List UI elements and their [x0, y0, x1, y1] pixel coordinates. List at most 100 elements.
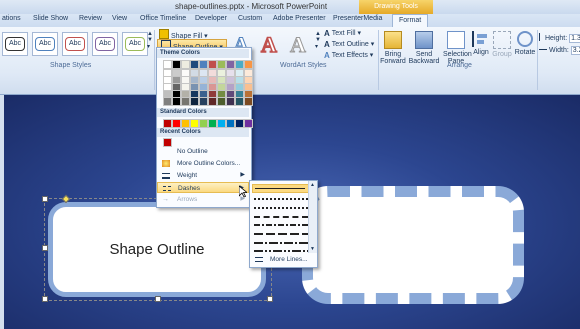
- tab-view[interactable]: View: [112, 15, 127, 22]
- theme-color-swatch[interactable]: [199, 60, 208, 69]
- theme-color-swatch[interactable]: [181, 97, 190, 106]
- theme-color-swatch[interactable]: [235, 97, 244, 106]
- theme-color-swatch[interactable]: [217, 97, 226, 106]
- selection-pane-label: Selection: [443, 51, 472, 58]
- tab-custom[interactable]: Custom: [238, 15, 262, 22]
- tab-office-timeline[interactable]: Office Timeline: [140, 15, 186, 22]
- dash-styles-more[interactable]: [254, 222, 308, 252]
- tab-review[interactable]: Review: [79, 15, 102, 22]
- group-button[interactable]: Group: [492, 31, 512, 58]
- tab-adobe-presenter[interactable]: Adobe Presenter: [273, 15, 326, 22]
- standard-color-swatch[interactable]: [199, 119, 208, 128]
- standard-color-swatch[interactable]: [163, 119, 172, 128]
- text-fill-button[interactable]: A Text Fill ▾: [324, 29, 361, 38]
- shape-styles-group-label: Shape Styles: [50, 62, 92, 69]
- resize-handle-se[interactable]: [267, 296, 273, 302]
- resize-handle-s[interactable]: [155, 296, 161, 302]
- standard-color-swatch[interactable]: [235, 119, 244, 128]
- width-field[interactable]: Width: 3.25: [539, 46, 580, 55]
- shape-style-1[interactable]: Abc: [2, 32, 28, 56]
- ribbon-tabs: ations Slide Show Review View Office Tim…: [0, 14, 580, 28]
- dashed-rounded-rectangle-shape[interactable]: [302, 186, 524, 304]
- standard-color-swatch[interactable]: [217, 119, 226, 128]
- standard-color-swatch[interactable]: [190, 119, 199, 128]
- group-icon: [493, 31, 511, 49]
- width-icon: [539, 49, 547, 53]
- bring-forward-button[interactable]: Bring Forward: [380, 31, 406, 65]
- dashes-label: Dashes: [178, 185, 201, 192]
- recent-color-swatch[interactable]: [163, 138, 172, 147]
- shape-text[interactable]: Shape Outline: [53, 241, 261, 258]
- rotate-icon: [517, 31, 533, 47]
- resize-handle-w[interactable]: [42, 245, 48, 251]
- group-separator: [537, 30, 538, 90]
- text-outline-label: Text Outline: [331, 41, 369, 48]
- shape-style-3[interactable]: Abc: [62, 32, 88, 56]
- theme-color-swatch[interactable]: [190, 60, 199, 69]
- shape-style-4[interactable]: Abc: [92, 32, 118, 56]
- arrange-group-label: Arrange: [447, 62, 472, 69]
- width-input[interactable]: 3.25: [570, 46, 580, 55]
- resize-handle-nw[interactable]: [42, 196, 48, 202]
- dash-style-solid[interactable]: [252, 184, 310, 193]
- theme-color-swatch[interactable]: [226, 97, 235, 106]
- theme-color-swatch[interactable]: [163, 97, 172, 106]
- standard-color-swatch[interactable]: [181, 119, 190, 128]
- tab-presentermedia[interactable]: PresenterMedia: [333, 15, 382, 22]
- theme-color-swatch[interactable]: [172, 60, 181, 69]
- theme-color-swatch[interactable]: [226, 60, 235, 69]
- selection-pane-button[interactable]: Selection Pane: [443, 31, 472, 65]
- dash-style-square-dot[interactable]: [254, 207, 308, 209]
- theme-color-swatch[interactable]: [244, 60, 253, 69]
- more-lines-icon: [255, 257, 263, 262]
- tab-developer[interactable]: Developer: [195, 15, 227, 22]
- tab-format[interactable]: Format: [392, 14, 429, 28]
- rounded-rectangle-shape[interactable]: Shape Outline: [48, 202, 266, 297]
- tab-slide-show[interactable]: Slide Show: [33, 15, 68, 22]
- send-backward-button[interactable]: Send Backward: [408, 31, 440, 65]
- shape-style-5[interactable]: Abc: [122, 32, 148, 56]
- wordart-style-3[interactable]: A: [286, 32, 310, 58]
- theme-color-swatch[interactable]: [244, 97, 253, 106]
- no-outline-item[interactable]: No Outline: [157, 146, 249, 157]
- tab-animations[interactable]: ations: [2, 15, 21, 22]
- more-outline-colors-item[interactable]: More Outline Colors...: [157, 158, 249, 169]
- scroll-down-icon[interactable]: ▼: [310, 246, 315, 252]
- height-input[interactable]: 1.35: [569, 34, 580, 43]
- arrows-item[interactable]: → Arrows ▶: [157, 194, 249, 205]
- align-button[interactable]: Align: [472, 31, 490, 56]
- more-lines-item[interactable]: More Lines...: [250, 254, 315, 265]
- wordart-style-2[interactable]: A: [257, 31, 281, 58]
- theme-color-swatch[interactable]: [235, 60, 244, 69]
- standard-color-swatch[interactable]: [226, 119, 235, 128]
- theme-color-swatch[interactable]: [190, 97, 199, 106]
- text-effects-button[interactable]: A Text Effects ▾: [324, 51, 373, 60]
- submenu-scrollbar[interactable]: ▲ ▼: [308, 181, 317, 253]
- theme-color-swatch[interactable]: [208, 97, 217, 106]
- dash-style-dash[interactable]: [254, 216, 308, 218]
- height-field[interactable]: Height: 1.35: [539, 33, 580, 43]
- text-outline-button[interactable]: A Text Outline ▾: [324, 40, 374, 49]
- standard-color-swatch[interactable]: [208, 119, 217, 128]
- theme-color-swatch[interactable]: [199, 97, 208, 106]
- shape-style-2[interactable]: Abc: [32, 32, 58, 56]
- theme-color-swatch[interactable]: [163, 60, 172, 69]
- weight-icon: [162, 173, 170, 179]
- dash-style-round-dot[interactable]: [254, 198, 308, 200]
- weight-item[interactable]: Weight ▶: [157, 170, 249, 181]
- height-icon: [539, 33, 543, 41]
- standard-color-swatch[interactable]: [244, 119, 253, 128]
- resize-handle-sw[interactable]: [42, 296, 48, 302]
- theme-color-swatch[interactable]: [217, 60, 226, 69]
- selection-pane-icon: [447, 31, 465, 49]
- theme-color-swatch[interactable]: [208, 60, 217, 69]
- wordart-gallery-scroll-icon[interactable]: ▲ ▼ ▾: [315, 31, 321, 50]
- standard-color-swatch[interactable]: [172, 119, 181, 128]
- theme-color-swatch[interactable]: [181, 60, 190, 69]
- scroll-up-icon[interactable]: ▲: [310, 182, 315, 188]
- dashes-item[interactable]: Dashes ▶: [157, 182, 249, 193]
- gallery-scroll-icon[interactable]: ▲ ▼ ▾: [147, 31, 153, 50]
- theme-color-swatch[interactable]: [172, 97, 181, 106]
- group-label: Group: [492, 51, 512, 58]
- rotate-button[interactable]: Rotate: [514, 31, 536, 56]
